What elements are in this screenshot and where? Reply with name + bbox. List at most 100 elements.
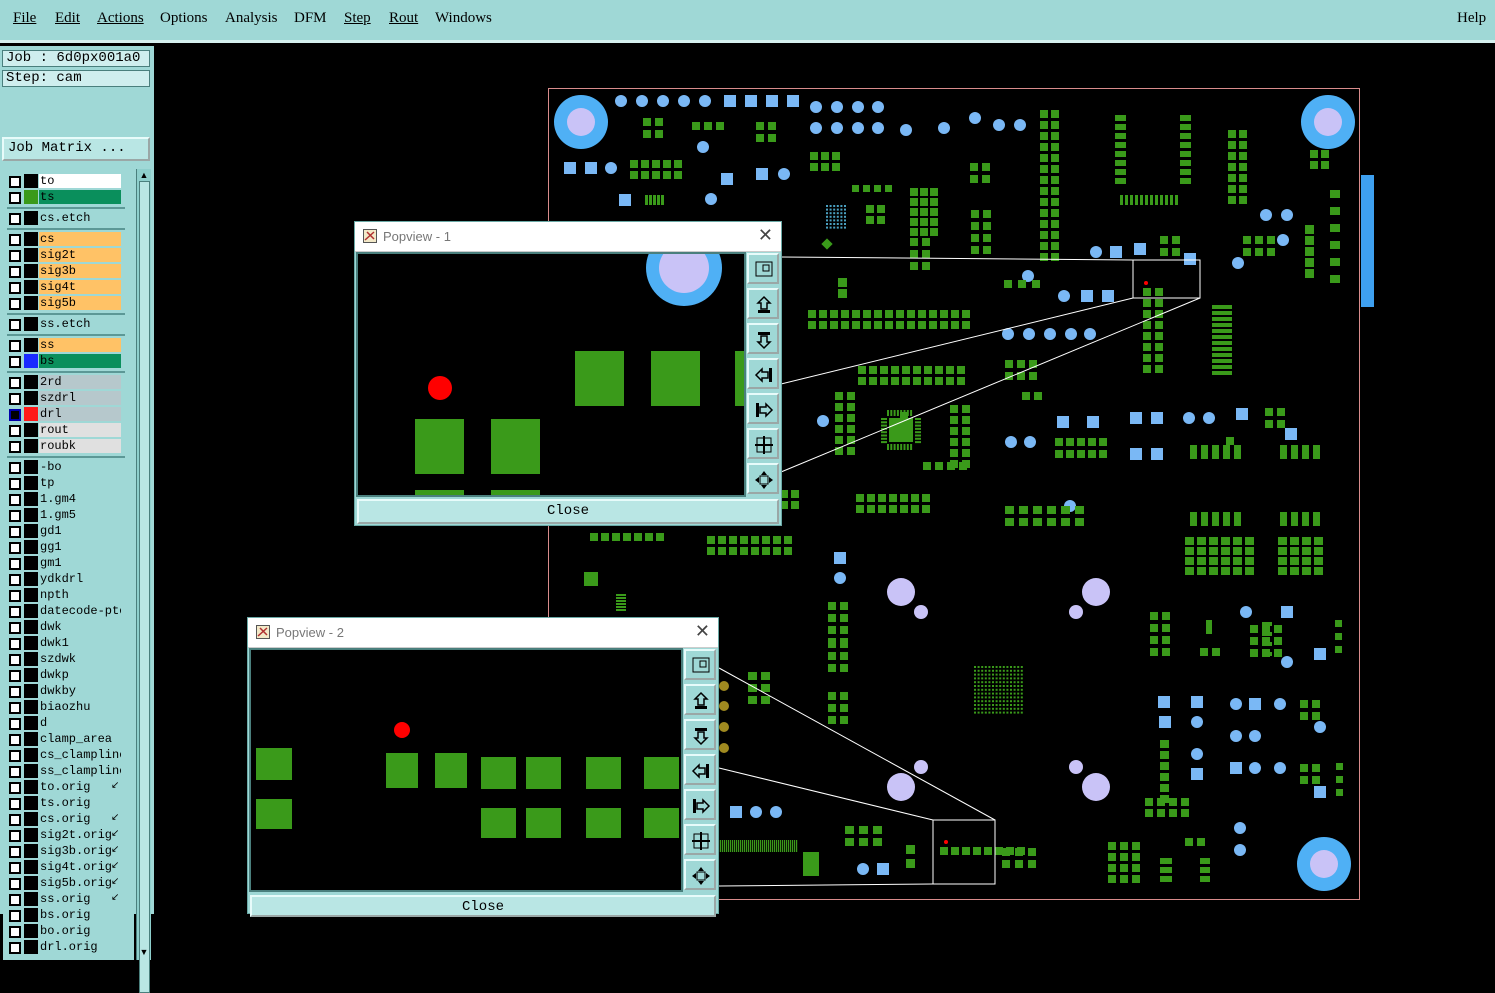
layer-name[interactable]: dwkp bbox=[39, 668, 121, 682]
layer-checkbox[interactable] bbox=[9, 393, 21, 405]
layer-checkbox[interactable] bbox=[9, 750, 21, 762]
layer-name[interactable]: 1.gm4 bbox=[39, 492, 121, 506]
layer-color-swatch[interactable] bbox=[24, 636, 38, 650]
layer-color-swatch[interactable] bbox=[24, 748, 38, 762]
layer-checkbox[interactable] bbox=[9, 340, 21, 352]
layer-row[interactable]: dwk bbox=[3, 619, 131, 635]
zoom-out-button[interactable] bbox=[747, 463, 779, 494]
layer-color-swatch[interactable] bbox=[24, 354, 38, 368]
layer-color-swatch[interactable] bbox=[24, 924, 38, 938]
layer-checkbox[interactable] bbox=[9, 782, 21, 794]
layer-color-swatch[interactable] bbox=[24, 572, 38, 586]
layer-name[interactable]: cs_clampline bbox=[39, 748, 121, 762]
layer-name[interactable]: gm1 bbox=[39, 556, 121, 570]
layer-color-swatch[interactable] bbox=[24, 460, 38, 474]
layer-checkbox[interactable] bbox=[9, 574, 21, 586]
layer-row[interactable]: sig5b bbox=[3, 295, 131, 311]
layer-row[interactable]: 2rd bbox=[3, 374, 131, 390]
layer-row[interactable]: sig2t.orig ↙ bbox=[3, 827, 131, 843]
layer-color-swatch[interactable] bbox=[24, 940, 38, 954]
layer-name[interactable]: -bo bbox=[39, 460, 121, 474]
layer-name[interactable]: bs bbox=[39, 354, 121, 368]
layer-name[interactable]: clamp_area bbox=[39, 732, 121, 746]
menu-actions[interactable]: Actions bbox=[97, 10, 144, 27]
layer-row[interactable]: sig3b.orig ↙ bbox=[3, 843, 131, 859]
layer-row[interactable]: sig4t.orig ↙ bbox=[3, 859, 131, 875]
zoom-in-button[interactable] bbox=[684, 824, 716, 855]
layer-row[interactable]: szdrl bbox=[3, 390, 131, 406]
layer-color-swatch[interactable] bbox=[24, 317, 38, 331]
layer-color-swatch[interactable] bbox=[24, 716, 38, 730]
layer-checkbox[interactable] bbox=[9, 926, 21, 938]
layer-row[interactable]: ts bbox=[3, 189, 131, 205]
layer-name[interactable]: biaozhu bbox=[39, 700, 121, 714]
pan-left-button[interactable] bbox=[747, 358, 779, 389]
layer-color-swatch[interactable] bbox=[24, 423, 38, 437]
layer-color-swatch[interactable] bbox=[24, 892, 38, 906]
layer-color-swatch[interactable] bbox=[24, 700, 38, 714]
layer-checkbox[interactable] bbox=[9, 356, 21, 368]
layer-checkbox[interactable] bbox=[9, 606, 21, 618]
layer-row[interactable]: cs.etch bbox=[3, 210, 131, 226]
layer-name[interactable]: sig2t.orig bbox=[39, 828, 121, 842]
layer-row[interactable]: ss bbox=[3, 337, 131, 353]
layer-color-swatch[interactable] bbox=[24, 540, 38, 554]
layer-checkbox[interactable] bbox=[9, 718, 21, 730]
layer-name[interactable]: d bbox=[39, 716, 121, 730]
layer-row[interactable]: gd1 bbox=[3, 523, 131, 539]
layer-row[interactable]: ss.orig ↙ bbox=[3, 891, 131, 907]
layer-row[interactable]: ss.etch bbox=[3, 316, 131, 332]
layer-color-swatch[interactable] bbox=[24, 556, 38, 570]
layer-checkbox[interactable] bbox=[9, 654, 21, 666]
layer-name[interactable]: sig4t.orig bbox=[39, 860, 121, 874]
layer-color-swatch[interactable] bbox=[24, 844, 38, 858]
layer-checkbox[interactable] bbox=[9, 192, 21, 204]
layer-checkbox[interactable] bbox=[9, 734, 21, 746]
layer-row[interactable]: d bbox=[3, 715, 131, 731]
layer-color-swatch[interactable] bbox=[24, 232, 38, 246]
layer-name[interactable]: drl.orig bbox=[39, 940, 121, 954]
layer-name[interactable]: sig5b.orig bbox=[39, 876, 121, 890]
layer-row[interactable]: rout bbox=[3, 422, 131, 438]
layer-row[interactable]: cs bbox=[3, 231, 131, 247]
layer-color-swatch[interactable] bbox=[24, 684, 38, 698]
layer-checkbox[interactable] bbox=[9, 878, 21, 890]
layer-name[interactable]: sig3b bbox=[39, 264, 121, 278]
layer-color-swatch[interactable] bbox=[24, 174, 38, 188]
layer-color-swatch[interactable] bbox=[24, 732, 38, 746]
layer-checkbox[interactable] bbox=[9, 542, 21, 554]
layer-checkbox[interactable] bbox=[9, 702, 21, 714]
layer-row[interactable]: bs bbox=[3, 353, 131, 369]
layer-row[interactable]: szdwk bbox=[3, 651, 131, 667]
pan-right-button[interactable] bbox=[747, 393, 779, 424]
layer-color-swatch[interactable] bbox=[24, 211, 38, 225]
layer-name[interactable]: bs.orig bbox=[39, 908, 121, 922]
layer-row[interactable]: tp bbox=[3, 475, 131, 491]
zoom-in-button[interactable] bbox=[747, 428, 779, 459]
layer-checkbox[interactable] bbox=[9, 638, 21, 650]
layer-color-swatch[interactable] bbox=[24, 604, 38, 618]
menu-rout[interactable]: Rout bbox=[389, 10, 418, 27]
layer-color-swatch[interactable] bbox=[24, 280, 38, 294]
layer-color-swatch[interactable] bbox=[24, 812, 38, 826]
layer-row[interactable]: bs.orig bbox=[3, 907, 131, 923]
layer-name[interactable]: sig2t bbox=[39, 248, 121, 262]
layer-row[interactable]: gg1 bbox=[3, 539, 131, 555]
layer-color-swatch[interactable] bbox=[24, 190, 38, 204]
layer-name[interactable]: ss.etch bbox=[39, 317, 121, 331]
layer-row[interactable]: bo.orig bbox=[3, 923, 131, 939]
layer-row[interactable]: 1.gm4 bbox=[3, 491, 131, 507]
layer-name[interactable]: sig5b bbox=[39, 296, 121, 310]
zoom-home-button[interactable] bbox=[747, 253, 779, 284]
menu-analysis[interactable]: Analysis bbox=[225, 10, 278, 27]
pan-up-button[interactable] bbox=[684, 684, 716, 715]
layer-name[interactable]: gg1 bbox=[39, 540, 121, 554]
pan-left-button[interactable] bbox=[684, 754, 716, 785]
layer-name[interactable]: cs.etch bbox=[39, 211, 121, 225]
layer-name[interactable]: dwk bbox=[39, 620, 121, 634]
close-icon[interactable]: ✕ bbox=[758, 225, 773, 246]
close-icon[interactable]: ✕ bbox=[695, 621, 710, 642]
layer-color-swatch[interactable] bbox=[24, 620, 38, 634]
layer-name[interactable]: bo.orig bbox=[39, 924, 121, 938]
layer-color-swatch[interactable] bbox=[24, 248, 38, 262]
